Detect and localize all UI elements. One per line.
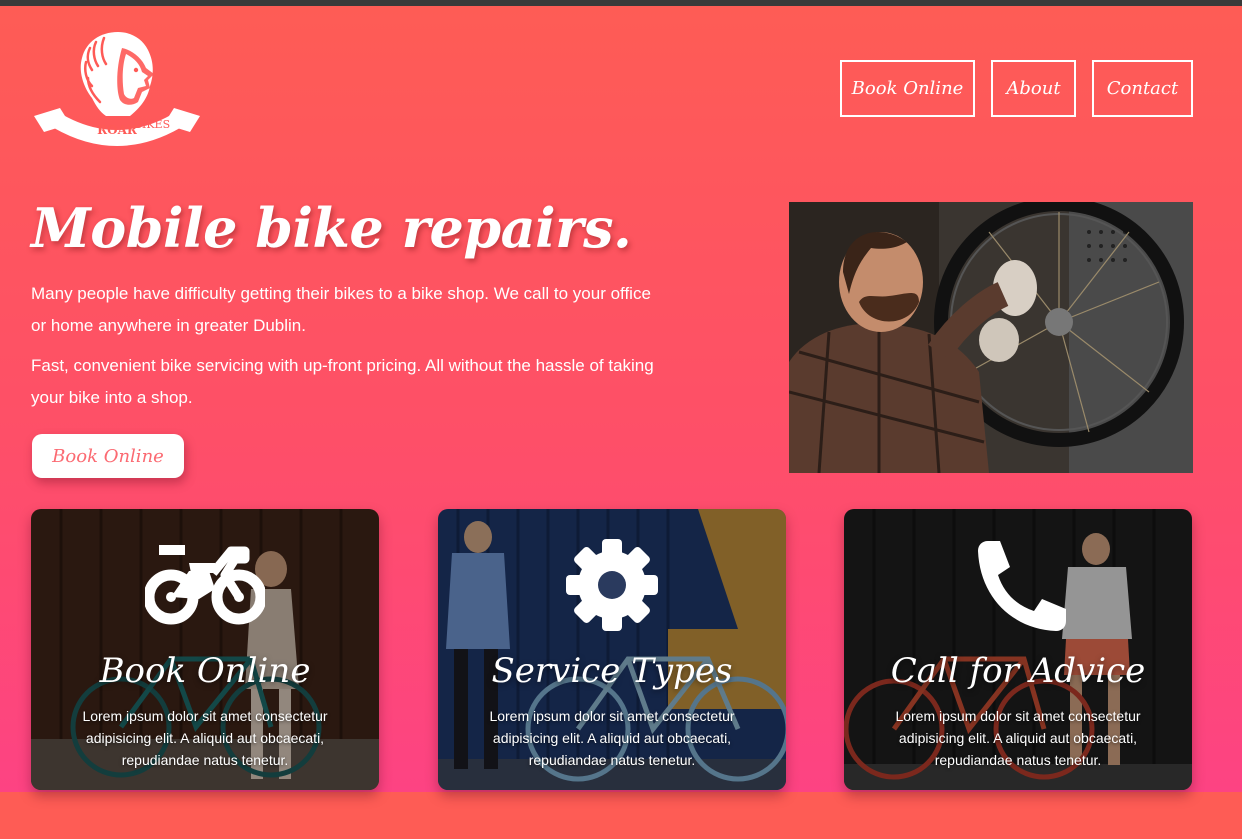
card-call-for-advice[interactable]: Call for Advice Lorem ipsum dolor sit am… <box>844 509 1192 790</box>
logo-text-bikes: BIKES <box>134 118 170 131</box>
card-title: Call for Advice <box>890 651 1146 691</box>
card-description: Lorem ipsum dolor sit amet consectetur a… <box>895 708 1141 768</box>
nav-about-link[interactable]: About <box>991 60 1076 117</box>
footer-band <box>0 792 1242 839</box>
card-description: Lorem ipsum dolor sit amet consectetur a… <box>82 708 328 768</box>
card-service-types[interactable]: Service Types Lorem ipsum dolor sit amet… <box>438 509 786 790</box>
card-title: Book Online <box>99 651 311 691</box>
hero-paragraph-2: Fast, convenient bike servicing with up-… <box>31 356 654 407</box>
gear-icon <box>566 539 658 631</box>
nav-contact-link[interactable]: Contact <box>1092 60 1193 117</box>
motorbike-icon <box>145 545 265 625</box>
hero-title: Mobile bike repairs. <box>31 196 632 260</box>
roar-bikes-logo[interactable]: ROAR BIKES <box>30 28 204 146</box>
card-book-online[interactable]: Book Online Lorem ipsum dolor sit amet c… <box>31 509 379 790</box>
mechanic-photo <box>789 202 1193 473</box>
nav-book-online-link[interactable]: Book Online <box>840 60 975 117</box>
card-title: Service Types <box>491 651 733 691</box>
logo-text-roar: ROAR <box>97 123 138 137</box>
phone-icon <box>978 541 1066 631</box>
hero-paragraph-1: Many people have difficulty getting thei… <box>31 284 651 335</box>
book-online-button[interactable]: Book Online <box>32 434 184 478</box>
main-nav: Book Online About Contact <box>840 60 1193 117</box>
lion-logo-icon: ROAR BIKES <box>34 32 200 146</box>
card-description: Lorem ipsum dolor sit amet consectetur a… <box>489 708 735 768</box>
